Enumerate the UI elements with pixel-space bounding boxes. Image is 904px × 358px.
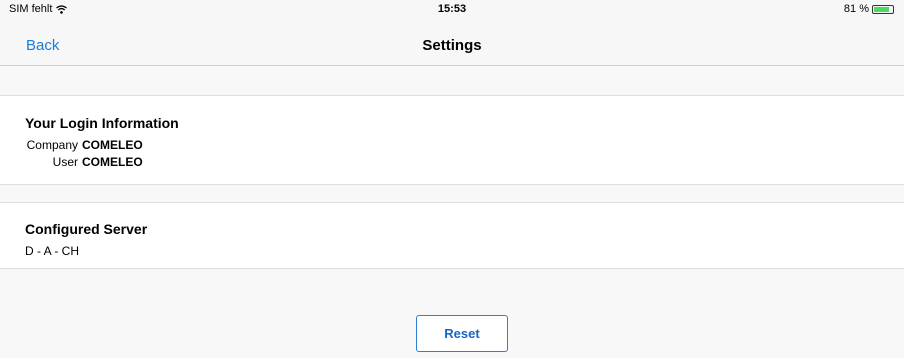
server-title: Configured Server [25,221,148,237]
user-label: User [52,155,78,169]
battery-status: 81 % [844,3,894,15]
user-value: COMELEO [82,155,143,169]
battery-icon [872,4,894,14]
page-title: Settings [422,37,482,54]
company-row: Company COMELEO [0,138,143,152]
status-bar: SIM fehlt 15:53 81 % [0,0,904,18]
login-info-section: Your Login Information Company COMELEO Us… [0,95,904,185]
battery-percent: 81 % [843,3,869,15]
status-time: 15:53 [437,3,467,15]
reset-button[interactable]: Reset [416,315,508,352]
user-row: User COMELEO [0,155,143,169]
company-label: Company [26,138,78,152]
login-info-title: Your Login Information [25,115,179,131]
server-section: Configured Server D - A - CH [0,202,904,269]
battery-fill [874,6,889,12]
server-value: D - A - CH [25,244,80,258]
navigation-bar: Back Settings [0,18,904,66]
company-value: COMELEO [82,138,143,152]
